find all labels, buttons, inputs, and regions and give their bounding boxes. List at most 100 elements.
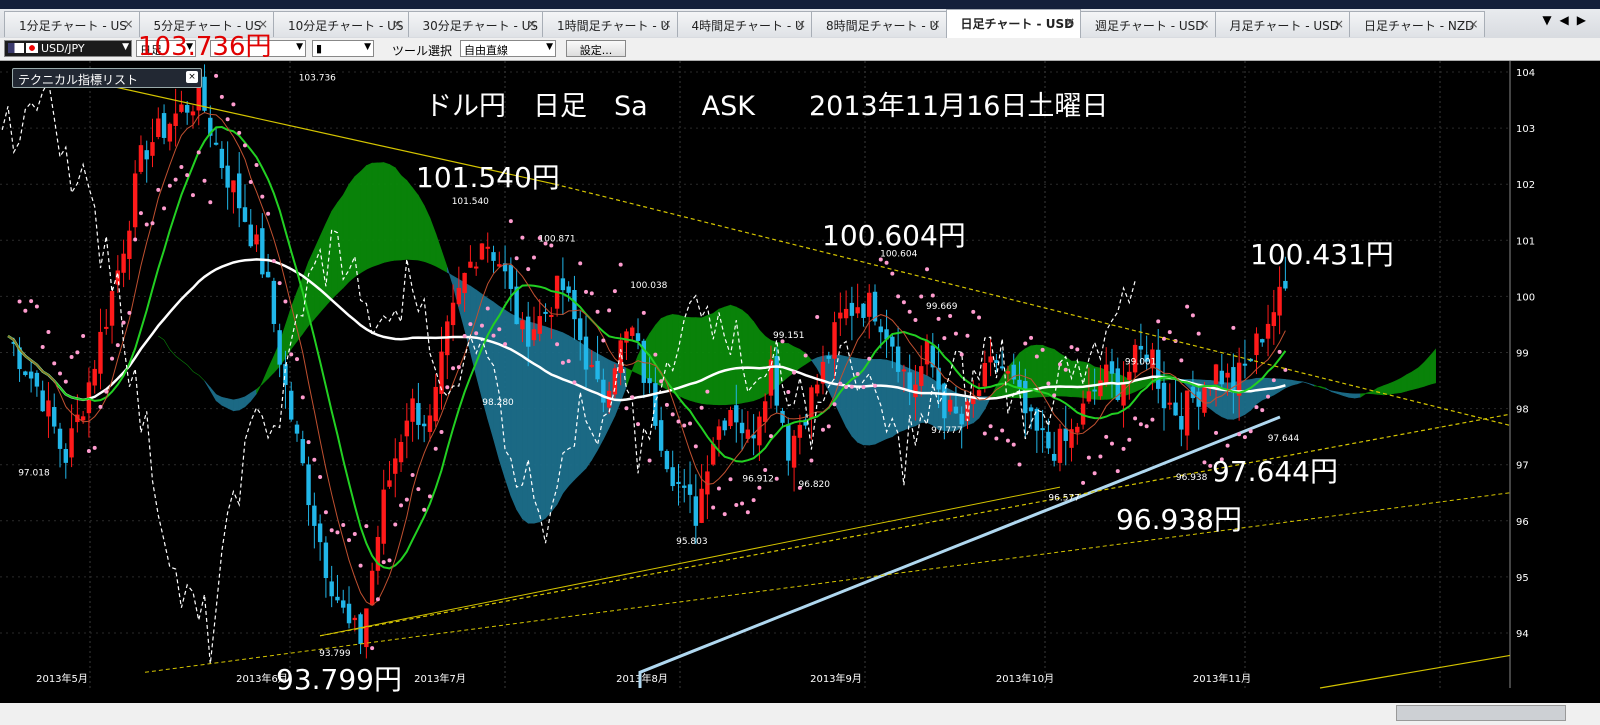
sar-dot — [664, 402, 669, 407]
cloud-segment — [782, 342, 789, 383]
candle-body — [317, 523, 323, 543]
sar-dot — [451, 366, 456, 371]
tab-5[interactable]: 1時間足チャート - U × — [542, 11, 678, 37]
cloud-segment — [1244, 379, 1251, 416]
symbol-select[interactable]: USD/JPY ▼ — [4, 40, 132, 57]
y-tick-label: 100 — [1516, 292, 1535, 303]
candle-body — [491, 252, 496, 261]
close-icon[interactable]: × — [186, 71, 198, 83]
candle-body — [1254, 333, 1259, 356]
sar-dot — [884, 260, 889, 265]
close-icon[interactable]: × — [1065, 15, 1075, 29]
tab-11[interactable]: 日足チャート - NZD × — [1349, 11, 1485, 37]
tab-1[interactable]: 1分足チャート - US × — [4, 11, 140, 37]
candle-body — [1092, 389, 1097, 392]
sar-dot — [745, 510, 750, 515]
close-icon[interactable]: × — [1199, 17, 1209, 31]
sar-dot — [462, 334, 467, 339]
candle-body — [144, 150, 149, 160]
candle-body — [462, 272, 467, 294]
close-icon[interactable]: × — [392, 17, 402, 31]
candle-body — [687, 484, 693, 495]
close-icon[interactable]: × — [796, 17, 806, 31]
chevron-down-icon: ▼ — [296, 42, 303, 52]
candle-body — [57, 428, 63, 449]
candle-body — [277, 330, 282, 365]
horizontal-scrollbar[interactable] — [1396, 705, 1566, 721]
x-tick-label: 2013年11月 — [1193, 672, 1251, 685]
sar-dot — [202, 178, 207, 183]
sar-dot — [231, 102, 236, 107]
price-point-label: 99.151 — [773, 331, 805, 341]
x-tick-label: 2013年10月 — [996, 672, 1054, 685]
chart-type-select[interactable]: ▮ ▼ — [312, 40, 374, 57]
sar-dot — [607, 308, 612, 313]
close-icon[interactable]: × — [930, 17, 940, 31]
candle-body — [381, 489, 386, 544]
status-area — [0, 703, 1600, 725]
title-strip — [0, 0, 1600, 9]
sar-dot — [306, 440, 311, 445]
tab-6[interactable]: 4時間足チャート - U × — [676, 11, 812, 37]
candle-body — [1260, 339, 1265, 343]
cloud-segment — [545, 326, 552, 519]
sar-dot — [248, 180, 253, 185]
price-point-label: 98.280 — [482, 398, 514, 408]
tab-10[interactable]: 月足チャート - USD × — [1214, 11, 1350, 37]
sar-dot — [1086, 455, 1091, 460]
cloud-segment — [1394, 377, 1402, 394]
candle-body — [69, 428, 74, 458]
sar-dot — [219, 94, 224, 99]
drawing-tool-select[interactable]: 自由直線 ▼ — [460, 40, 556, 57]
x-tick-label: 2013年8月 — [616, 672, 668, 685]
sar-dot — [1069, 345, 1074, 350]
close-icon[interactable]: × — [1468, 17, 1478, 31]
candle-body — [161, 113, 167, 138]
close-icon[interactable]: × — [527, 17, 537, 31]
sar-dot — [901, 300, 906, 305]
cloud-segment — [868, 359, 876, 446]
settings-button[interactable]: 設定... — [566, 40, 626, 57]
candle-body — [1121, 384, 1126, 406]
sar-dot — [289, 352, 294, 357]
close-icon[interactable]: × — [1334, 17, 1344, 31]
sar-dot — [763, 467, 768, 472]
chart-title: ドル円 日足 Sa ASK 2013年11月16日土曜日 — [425, 91, 1109, 122]
sar-dot — [792, 370, 797, 375]
candle-body — [421, 423, 427, 427]
candle-body — [901, 369, 907, 372]
candle-body — [734, 405, 739, 423]
candle-body — [260, 228, 265, 275]
sar-dot — [803, 353, 808, 358]
tab-8[interactable]: 日足チャート - USD × — [945, 9, 1081, 38]
sar-dot — [722, 512, 727, 517]
price-chart[interactable]: 1041031021011009998979695942013年5月 2013年6… — [0, 61, 1600, 703]
sar-dot — [740, 501, 745, 506]
close-icon[interactable]: × — [661, 17, 671, 31]
price-annotation-100431: 100.431円 — [1250, 238, 1394, 271]
sar-dot — [659, 379, 664, 384]
close-icon[interactable]: × — [123, 17, 133, 31]
sar-dot — [29, 299, 34, 304]
y-tick-label: 94 — [1516, 629, 1529, 640]
tab-4[interactable]: 30分足チャート - US × — [407, 11, 543, 37]
sar-dot — [1156, 319, 1161, 324]
sar-dot — [919, 294, 924, 299]
price-point-label: 96.938 — [1176, 473, 1208, 483]
sar-dot — [17, 299, 22, 304]
sar-dot — [110, 356, 115, 361]
candle-body — [1173, 402, 1178, 416]
sar-dot — [688, 421, 693, 426]
sar-dot — [427, 494, 432, 499]
sar-dot — [144, 222, 149, 227]
sar-dot — [994, 436, 999, 441]
sar-dot — [381, 560, 386, 565]
sar-dot — [578, 261, 583, 266]
tab-9[interactable]: 週足チャート - USD × — [1080, 11, 1216, 37]
indicator-list-button[interactable]: テクニカル指標リスト × — [12, 68, 202, 88]
tab-navigation[interactable]: ▼◀▶ — [1542, 13, 1594, 27]
cloud-segment — [348, 175, 356, 283]
tab-3[interactable]: 10分足チャート - US × — [273, 11, 409, 37]
tab-7[interactable]: 8時間足チャート - U × — [811, 11, 947, 37]
candle-body — [433, 386, 438, 422]
